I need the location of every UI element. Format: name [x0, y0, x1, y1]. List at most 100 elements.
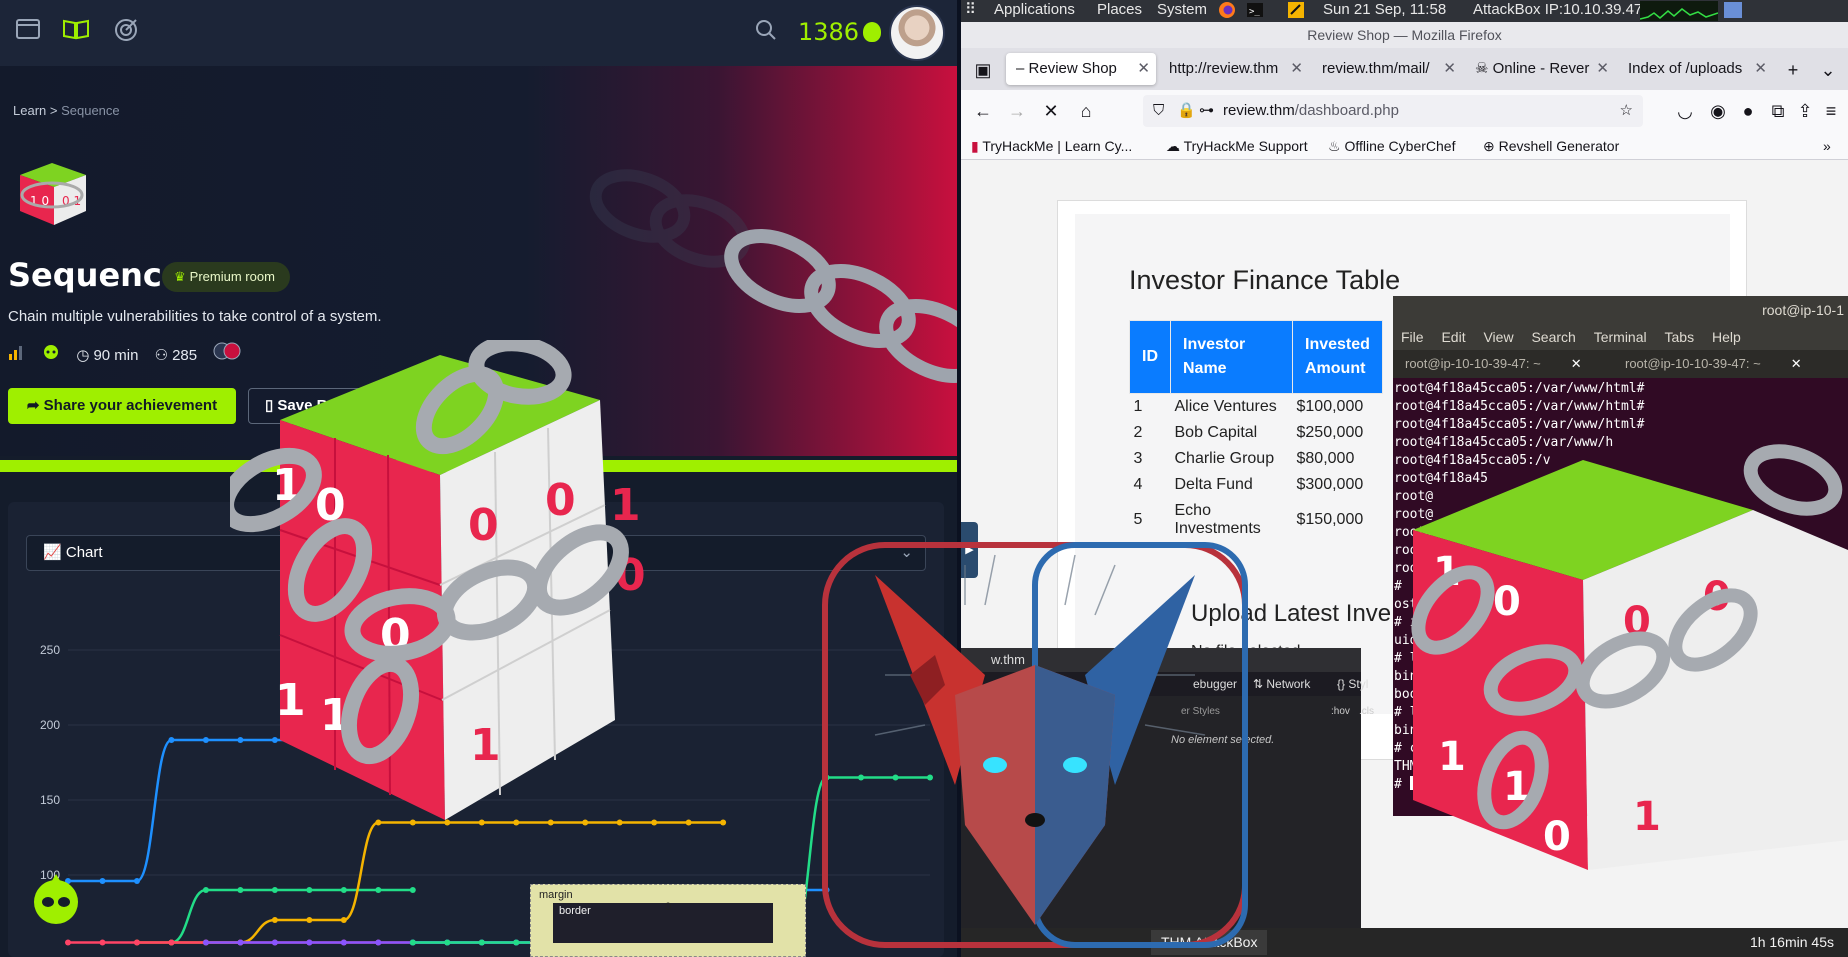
- share-achievement-button[interactable]: ➦ Share your achievement: [8, 388, 236, 424]
- data-point[interactable]: [547, 819, 554, 826]
- data-point[interactable]: [271, 939, 278, 946]
- avatar[interactable]: [889, 5, 945, 61]
- data-point[interactable]: [237, 737, 244, 743]
- data-point[interactable]: [168, 939, 175, 946]
- shield-icon[interactable]: ⛉: [1153, 95, 1164, 127]
- data-point[interactable]: [271, 917, 278, 923]
- data-point[interactable]: [99, 939, 106, 946]
- lock-icon[interactable]: 🔒: [1177, 95, 1196, 127]
- bookmark-tryhackme[interactable]: ▮ TryHackMe | Learn Cy...: [971, 136, 1132, 156]
- key-icon[interactable]: ⊶: [1199, 95, 1214, 127]
- data-point[interactable]: [271, 737, 278, 743]
- data-point[interactable]: [409, 819, 416, 826]
- devtools-tab-debugger[interactable]: ebugger: [1193, 677, 1237, 691]
- account-icon[interactable]: ◉: [1706, 99, 1730, 123]
- back-icon[interactable]: ←: [971, 99, 995, 123]
- terminal-tab-2[interactable]: root@ip-10-10-39-47: ~ ✕: [1613, 350, 1823, 378]
- data-point[interactable]: [340, 887, 347, 893]
- data-point[interactable]: [99, 878, 106, 884]
- tab-review-thm[interactable]: http://review.thm ✕: [1159, 53, 1309, 85]
- data-point[interactable]: [823, 774, 830, 781]
- data-point[interactable]: [927, 774, 933, 781]
- applications-menu[interactable]: Applications: [994, 0, 1075, 20]
- star-icon[interactable]: ☆: [1620, 95, 1633, 127]
- book-icon[interactable]: [62, 18, 90, 46]
- sidebar-toggle[interactable]: ▶: [961, 522, 978, 578]
- tab-list-icon[interactable]: ⌄: [1816, 58, 1840, 82]
- hov-toggle[interactable]: :hov: [1331, 706, 1350, 717]
- overflow-chevron-icon[interactable]: »: [1823, 136, 1831, 156]
- url-bar[interactable]: ⛉ 🔒 ⊶ review.thm/dashboard.php ☆: [1143, 95, 1643, 127]
- data-point[interactable]: [340, 917, 347, 923]
- menu-file[interactable]: File: [1401, 329, 1424, 345]
- menu-tabs[interactable]: Tabs: [1665, 329, 1695, 345]
- creator-avatars[interactable]: [213, 342, 243, 367]
- bookmark-thm-support[interactable]: ☁ TryHackMe Support: [1166, 136, 1308, 156]
- data-point[interactable]: [340, 737, 347, 743]
- taskbar-item-attackbox[interactable]: THM AttackBox: [1151, 930, 1268, 955]
- menu-view[interactable]: View: [1483, 329, 1513, 345]
- save-room-button[interactable]: ▯ Save R: [248, 388, 388, 424]
- data-point[interactable]: [444, 939, 451, 946]
- data-point[interactable]: [616, 819, 623, 826]
- menu-search[interactable]: Search: [1531, 329, 1575, 345]
- devtools-tab-network[interactable]: ⇅ Network: [1253, 677, 1310, 691]
- data-point[interactable]: [133, 939, 140, 946]
- tab-review-mail[interactable]: review.thm/mail/ ✕: [1312, 53, 1462, 85]
- data-point[interactable]: [582, 819, 589, 826]
- devtools-tab-style-editor[interactable]: {} Styl: [1337, 677, 1368, 691]
- cookie-editor-icon[interactable]: ●: [1736, 99, 1760, 123]
- data-point[interactable]: [65, 939, 71, 946]
- tab-index-uploads[interactable]: Index of /uploads ✕: [1618, 53, 1773, 85]
- extensions-icon[interactable]: ⧉: [1766, 99, 1790, 123]
- pocket-icon[interactable]: ◡: [1673, 99, 1697, 123]
- bookmark-cyberchef[interactable]: ♨ Offline CyberChef: [1328, 136, 1455, 156]
- data-point[interactable]: [513, 819, 520, 826]
- data-point[interactable]: [306, 887, 313, 893]
- tab-online-revshell[interactable]: ☠ Online - Rever ✕: [1465, 53, 1615, 85]
- chart-view-select[interactable]: 📈 Chart ⌄: [26, 535, 926, 571]
- stop-icon[interactable]: ✕: [1039, 99, 1063, 123]
- system-menu[interactable]: System: [1157, 0, 1207, 20]
- menu-icon[interactable]: ≡: [1819, 99, 1843, 123]
- forward-icon[interactable]: →: [1005, 99, 1029, 123]
- target-icon[interactable]: [112, 18, 140, 46]
- filter-styles-input[interactable]: er Styles: [1181, 706, 1220, 717]
- data-point[interactable]: [202, 939, 209, 946]
- tab-overview-icon[interactable]: ▣: [971, 58, 995, 82]
- data-point[interactable]: [858, 774, 865, 781]
- data-point[interactable]: [202, 737, 209, 743]
- streak-counter[interactable]: 1386: [798, 18, 882, 46]
- menu-help[interactable]: Help: [1712, 329, 1741, 345]
- close-icon[interactable]: ✕: [1596, 53, 1609, 85]
- close-icon[interactable]: ✕: [1137, 53, 1150, 85]
- terminal-output[interactable]: root@4f18a45cca05:/var/www/html# root@4f1…: [1393, 380, 1848, 816]
- bookmark-revshell[interactable]: ⊕ Revshell Generator: [1483, 136, 1619, 156]
- close-icon[interactable]: ✕: [1791, 356, 1802, 371]
- data-point[interactable]: [375, 819, 382, 826]
- share-icon[interactable]: ⇪: [1793, 99, 1817, 123]
- breadcrumb-learn[interactable]: Learn: [13, 103, 46, 118]
- data-point[interactable]: [513, 939, 520, 946]
- data-point[interactable]: [306, 939, 313, 946]
- data-point[interactable]: [409, 887, 416, 893]
- menu-edit[interactable]: Edit: [1441, 329, 1465, 345]
- data-point[interactable]: [375, 939, 382, 946]
- data-point[interactable]: [685, 819, 692, 826]
- data-point[interactable]: [202, 887, 209, 893]
- data-point[interactable]: [444, 819, 451, 826]
- close-icon[interactable]: ✕: [1754, 53, 1767, 85]
- data-point[interactable]: [478, 819, 485, 826]
- data-point[interactable]: [478, 939, 485, 946]
- data-point[interactable]: [409, 939, 416, 946]
- tab-review-shop[interactable]: ‒ Review Shop ✕: [1006, 53, 1156, 85]
- data-point[interactable]: [133, 878, 140, 884]
- data-point[interactable]: [306, 737, 313, 743]
- data-point[interactable]: [271, 887, 278, 893]
- close-icon[interactable]: ✕: [1571, 356, 1582, 371]
- data-point[interactable]: [237, 887, 244, 893]
- data-point[interactable]: [306, 917, 313, 923]
- new-tab-icon[interactable]: +: [1781, 58, 1805, 82]
- window-icon[interactable]: [14, 18, 42, 46]
- places-menu[interactable]: Places: [1097, 0, 1142, 20]
